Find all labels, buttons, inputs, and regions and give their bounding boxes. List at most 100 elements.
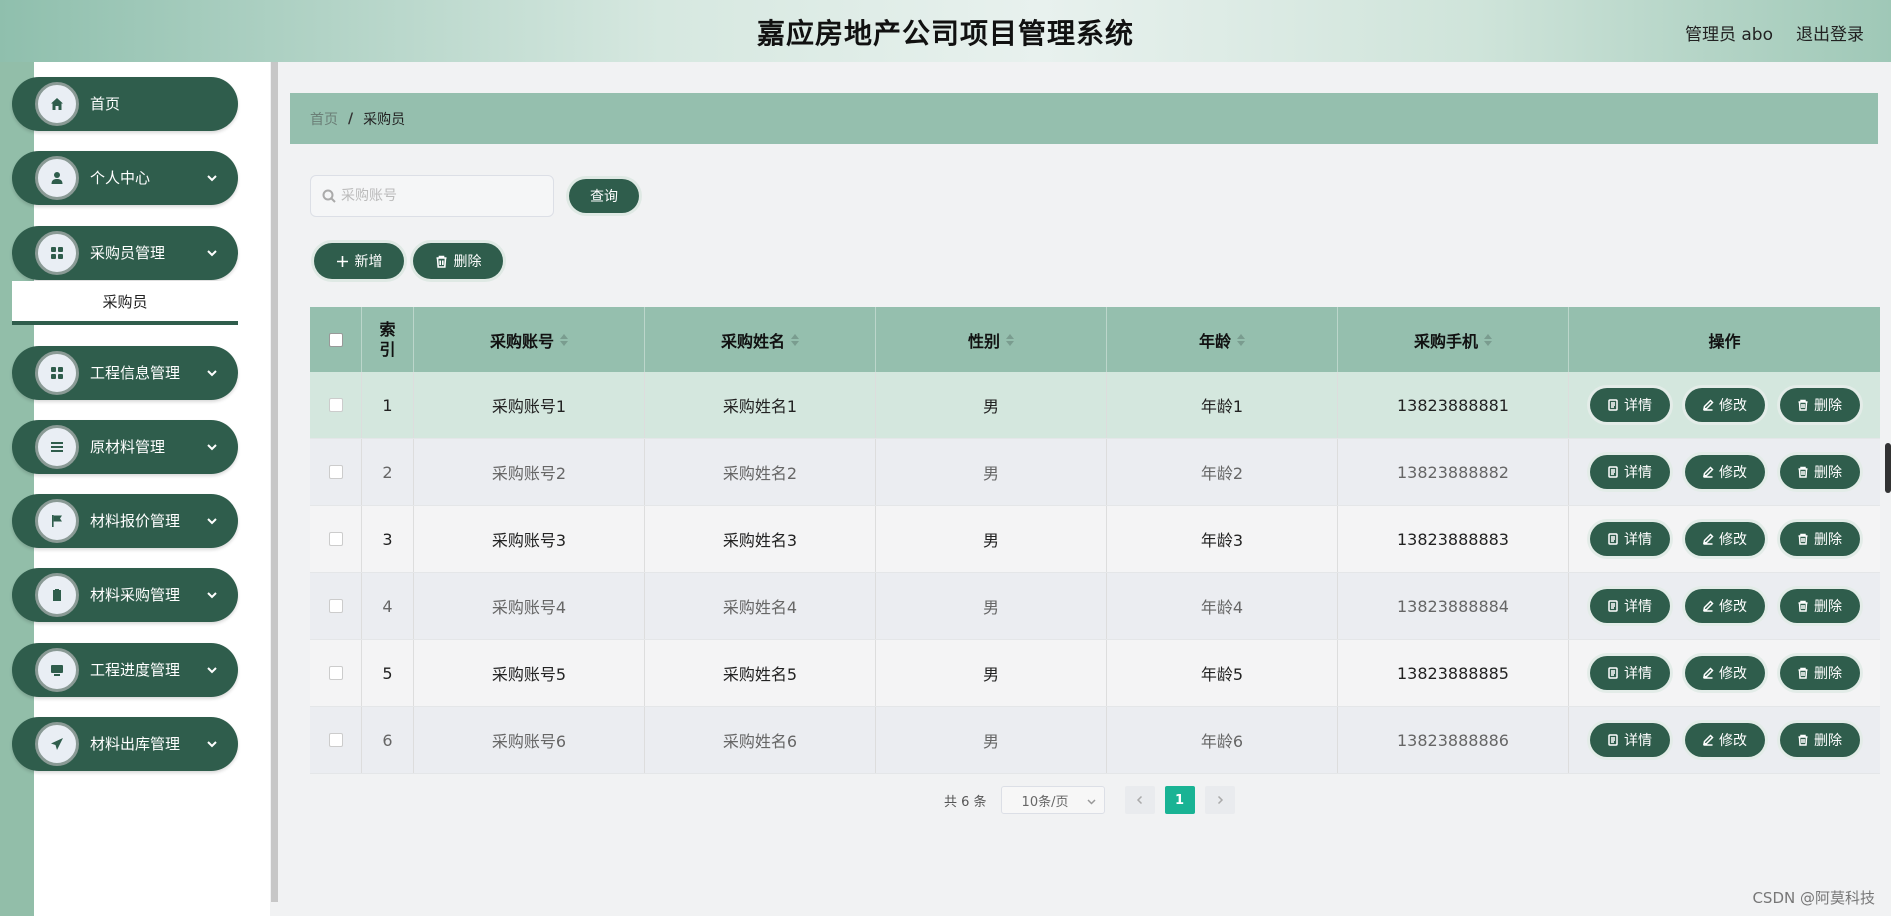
delete-button-label: 删除 bbox=[1814, 733, 1842, 749]
edit-button[interactable]: 修改 bbox=[1684, 388, 1765, 422]
trash-icon bbox=[1798, 600, 1808, 612]
detail-button[interactable]: 详情 bbox=[1589, 388, 1670, 422]
cell-account: 采购账号4 bbox=[414, 573, 645, 639]
top-bar: 嘉应房地产公司项目管理系统 管理员 abo 退出登录 bbox=[0, 0, 1891, 62]
edit-button-label: 修改 bbox=[1719, 733, 1747, 749]
breadcrumb-home[interactable]: 首页 bbox=[310, 109, 338, 129]
page-scrollbar[interactable] bbox=[1885, 443, 1891, 493]
sort-icon[interactable] bbox=[791, 333, 799, 346]
cell-gender: 男 bbox=[876, 707, 1107, 773]
edit-icon bbox=[1703, 600, 1714, 612]
edit-button[interactable]: 修改 bbox=[1684, 589, 1765, 623]
cell-gender: 男 bbox=[876, 640, 1107, 706]
detail-button[interactable]: 详情 bbox=[1589, 589, 1670, 623]
sidebar-item-project-info[interactable]: 工程信息管理 bbox=[12, 346, 238, 400]
detail-button-label: 详情 bbox=[1624, 398, 1652, 414]
table-row[interactable]: 5 采购账号5 采购姓名5 男年龄5 13823888885 详情 修改 删除 bbox=[310, 640, 1880, 707]
app-title: 嘉应房地产公司项目管理系统 bbox=[756, 17, 1134, 50]
table-row[interactable]: 2 采购账号2 采购姓名2 男年龄2 13823888882 详情 修改 删除 bbox=[310, 439, 1880, 506]
row-checkbox[interactable] bbox=[328, 398, 343, 412]
watermark: CSDN @阿莫科技 bbox=[1752, 889, 1875, 907]
table-header: 索引 采购账号 采购姓名 性别 年龄 采购手机 操作 bbox=[310, 307, 1880, 372]
detail-button[interactable]: 详情 bbox=[1589, 522, 1670, 556]
sidebar-item-material-purchasing[interactable]: 材料采购管理 bbox=[12, 568, 238, 622]
sidebar-item-material-outbound[interactable]: 材料出库管理 bbox=[12, 717, 238, 771]
search-input[interactable] bbox=[341, 176, 546, 216]
delete-button-label: 删除 bbox=[1814, 532, 1842, 548]
sort-icon[interactable] bbox=[1006, 333, 1014, 346]
header-name[interactable]: 采购姓名 bbox=[645, 307, 876, 372]
current-user: 管理员 abo bbox=[1684, 25, 1773, 45]
row-checkbox[interactable] bbox=[328, 599, 343, 613]
search-box bbox=[310, 175, 554, 217]
detail-button[interactable]: 详情 bbox=[1589, 656, 1670, 690]
sidebar-item-home[interactable]: 首页 bbox=[12, 77, 238, 131]
sidebar-scrollbar[interactable] bbox=[271, 62, 278, 902]
edit-button[interactable]: 修改 bbox=[1684, 522, 1765, 556]
sort-icon[interactable] bbox=[1237, 333, 1245, 346]
page-size-select[interactable]: 10条/页 bbox=[1000, 786, 1105, 814]
detail-button[interactable]: 详情 bbox=[1589, 723, 1670, 757]
header-phone-label: 采购手机 bbox=[1413, 331, 1478, 351]
delete-button[interactable]: 删除 bbox=[1779, 723, 1860, 757]
edit-button[interactable]: 修改 bbox=[1684, 455, 1765, 489]
table-row[interactable]: 3 采购账号3 采购姓名3 男年龄3 13823888883 详情 修改 删除 bbox=[310, 506, 1880, 573]
sidebar-item-project-progress[interactable]: 工程进度管理 bbox=[12, 643, 238, 697]
cell-actions: 详情 修改 删除 bbox=[1569, 707, 1880, 773]
page-number-current[interactable]: 1 bbox=[1164, 786, 1195, 814]
prev-page-button[interactable] bbox=[1124, 786, 1155, 814]
detail-button-label: 详情 bbox=[1624, 532, 1652, 548]
sidebar-item-material-quotes[interactable]: 材料报价管理 bbox=[12, 494, 238, 548]
cell-phone: 13823888882 bbox=[1338, 439, 1569, 505]
cell-age: 年龄5 bbox=[1107, 640, 1338, 706]
logout-link[interactable]: 退出登录 bbox=[1796, 20, 1864, 45]
table-row[interactable]: 4 采购账号4 采购姓名4 男年龄4 13823888884 详情 修改 删除 bbox=[310, 573, 1880, 640]
grid-icon bbox=[35, 231, 79, 275]
delete-button[interactable]: 删除 bbox=[1779, 656, 1860, 690]
header-index: 索引 bbox=[362, 307, 414, 372]
edit-button-label: 修改 bbox=[1719, 666, 1747, 682]
add-button-label: 新增 bbox=[354, 254, 383, 270]
add-button[interactable]: 新增 bbox=[314, 243, 404, 279]
table-row[interactable]: 6 采购账号6 采购姓名6 男年龄6 13823888886 详情 修改 删除 bbox=[310, 707, 1880, 774]
delete-button[interactable]: 删除 bbox=[1779, 388, 1860, 422]
sort-icon[interactable] bbox=[560, 333, 568, 346]
detail-button[interactable]: 详情 bbox=[1589, 455, 1670, 489]
delete-button[interactable]: 删除 bbox=[1779, 455, 1860, 489]
delete-button[interactable]: 删除 bbox=[1779, 589, 1860, 623]
sidebar-item-buyer-management[interactable]: 采购员管理 bbox=[12, 226, 238, 280]
sidebar-item-label: 材料采购管理 bbox=[90, 586, 181, 604]
chevron-down-icon bbox=[206, 586, 218, 599]
cell-phone: 13823888883 bbox=[1338, 506, 1569, 572]
select-all-checkbox[interactable] bbox=[328, 332, 343, 347]
cell-account: 采购账号5 bbox=[414, 640, 645, 706]
row-checkbox[interactable] bbox=[328, 666, 343, 680]
sidebar-item-raw-materials[interactable]: 原材料管理 bbox=[12, 420, 238, 474]
detail-button-label: 详情 bbox=[1624, 666, 1652, 682]
edit-button[interactable]: 修改 bbox=[1684, 656, 1765, 690]
sidebar-item-label: 首页 bbox=[90, 95, 121, 113]
trash-icon bbox=[436, 255, 446, 268]
submenu-item-buyer[interactable]: 采购员 bbox=[12, 281, 238, 325]
grid-icon bbox=[35, 351, 79, 395]
table-body: 1 采购账号1 采购姓名1 男年龄1 13823888881 详情 修改 删除 2 采购账号2 采购… bbox=[310, 372, 1880, 774]
sidebar-item-personal-center[interactable]: 个人中心 bbox=[12, 151, 238, 205]
bulk-delete-label: 删除 bbox=[453, 254, 482, 270]
sort-icon[interactable] bbox=[1484, 333, 1492, 346]
delete-button[interactable]: 删除 bbox=[1779, 522, 1860, 556]
row-checkbox[interactable] bbox=[328, 532, 343, 546]
row-checkbox[interactable] bbox=[328, 465, 343, 479]
next-page-button[interactable] bbox=[1204, 786, 1235, 814]
header-age[interactable]: 年龄 bbox=[1107, 307, 1338, 372]
bulk-delete-button[interactable]: 删除 bbox=[413, 243, 503, 279]
sidebar-item-label: 原材料管理 bbox=[90, 438, 166, 456]
row-checkbox[interactable] bbox=[328, 733, 343, 747]
table-row[interactable]: 1 采购账号1 采购姓名1 男年龄1 13823888881 详情 修改 删除 bbox=[310, 372, 1880, 439]
cell-index: 1 bbox=[362, 372, 414, 438]
query-button[interactable]: 查询 bbox=[569, 179, 639, 213]
header-gender[interactable]: 性别 bbox=[876, 307, 1107, 372]
edit-button[interactable]: 修改 bbox=[1684, 723, 1765, 757]
header-phone[interactable]: 采购手机 bbox=[1338, 307, 1569, 372]
header-account[interactable]: 采购账号 bbox=[414, 307, 645, 372]
breadcrumb-current: 采购员 bbox=[363, 111, 406, 128]
